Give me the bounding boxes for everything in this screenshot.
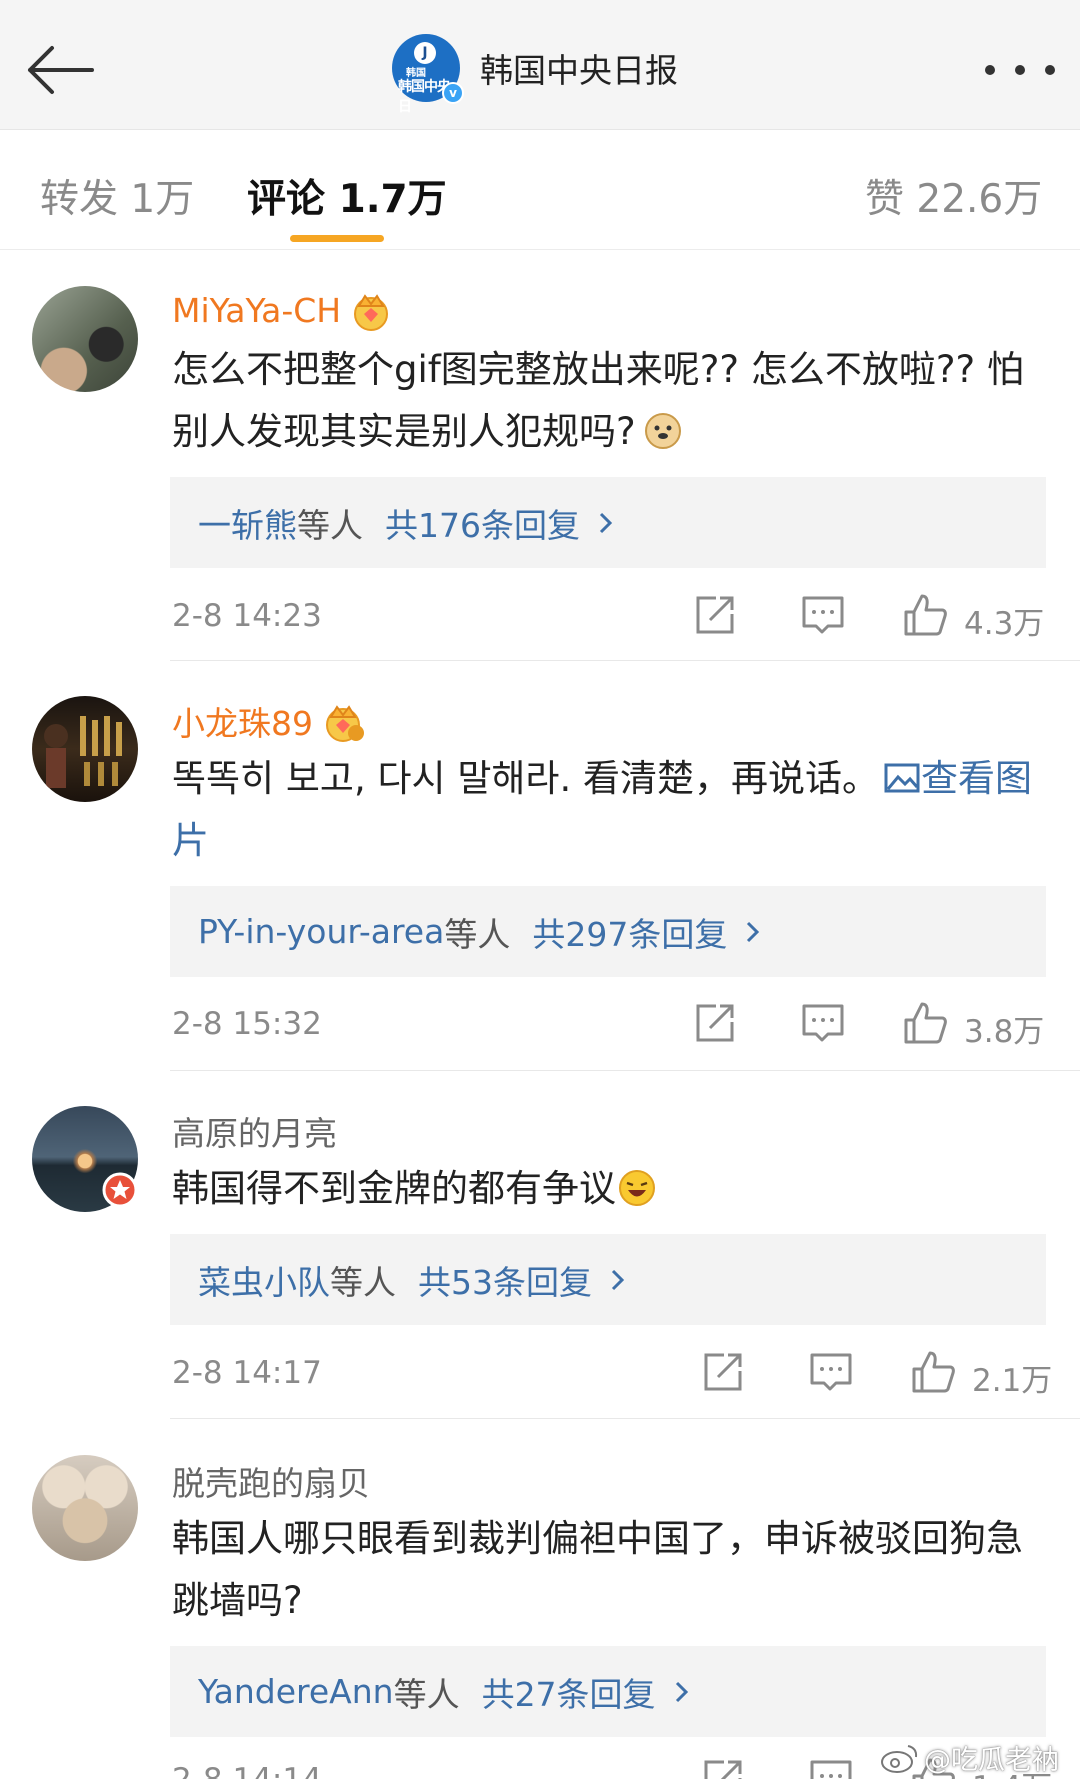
more-dots-icon[interactable] <box>985 60 1055 80</box>
reply-count[interactable]: 共176条回复 <box>385 499 580 547</box>
chevron-right-icon <box>747 921 760 942</box>
doge-emoji-icon <box>644 413 681 449</box>
dot <box>985 65 995 75</box>
timestamp: 2-8 14:14 <box>172 1762 322 1779</box>
crown-badge-icon <box>326 705 364 742</box>
image-icon <box>884 763 920 793</box>
comment-text-content: 怎么不把整个gif图完整放出来呢?? 怎么不放啦?? 怕别人发现其实是别人犯规吗… <box>172 348 1024 453</box>
chevron-right-icon <box>611 1269 625 1290</box>
avatar-image <box>44 716 122 788</box>
comment-text: 韩国得不到金牌的都有争议 <box>172 1158 1052 1220</box>
reply-count[interactable]: 共53条回复 <box>418 1256 592 1304</box>
page-title: 韩国中央日报 <box>480 51 678 90</box>
divider <box>170 1418 1080 1419</box>
chevron-right-icon <box>599 512 613 533</box>
reply-suffix: 等人 <box>444 914 511 954</box>
share-icon[interactable] <box>700 1756 746 1779</box>
comment-icon[interactable] <box>808 1349 854 1395</box>
dot <box>1045 65 1055 75</box>
like-thumb-icon[interactable] <box>910 1349 956 1395</box>
reply-preview[interactable]: 一斩熊 等人 共176条回复 <box>170 477 1046 568</box>
tab-repost[interactable]: 转发 1万 <box>40 168 194 224</box>
back-arrow-icon[interactable] <box>22 40 96 100</box>
reply-names[interactable]: PY-in-your-area <box>198 912 444 951</box>
reply-names[interactable]: YandereAnn <box>198 1672 394 1711</box>
logo-j-mark: J <box>414 42 436 64</box>
reply-preview[interactable]: PY-in-your-area 等人 共297条回复 <box>170 886 1046 977</box>
comment-meta: 2-8 15:32 3.8万 <box>172 1000 1052 1050</box>
like-thumb-icon[interactable] <box>902 592 948 638</box>
avatar[interactable] <box>32 696 138 802</box>
watermark: @吃瓜老衲 <box>880 1738 1059 1777</box>
timestamp: 2-8 14:23 <box>172 598 322 634</box>
divider <box>170 660 1080 661</box>
like-count: 4.3万 <box>964 606 1045 642</box>
watermark-text: @吃瓜老衲 <box>924 1745 1059 1776</box>
divider <box>170 1070 1080 1071</box>
username[interactable]: 脱壳跑的扇贝 <box>172 1457 370 1505</box>
username[interactable]: 小龙珠89 <box>172 697 313 745</box>
comment-meta: 2-8 14:17 2.1万 <box>172 1349 1052 1399</box>
username-row: MiYaYa-CH <box>172 288 393 332</box>
comment-text-content: 韩国人哪只眼看到裁判偏袒中国了，申诉被驳回狗急跳墙吗? <box>172 1517 1023 1622</box>
reply-names[interactable]: 一斩熊 <box>198 499 297 547</box>
dot <box>1015 65 1025 75</box>
comment-text-content: 韩国得不到金牌的都有争议 <box>172 1167 616 1210</box>
reply-names[interactable]: 菜虫小队 <box>198 1256 330 1304</box>
chevron-right-icon <box>675 1681 688 1702</box>
like-thumb-icon[interactable] <box>902 1000 948 1046</box>
active-tab-indicator <box>290 235 384 242</box>
comment-icon[interactable] <box>800 592 846 638</box>
timestamp: 2-8 15:32 <box>172 1006 322 1042</box>
reply-preview[interactable]: 菜虫小队 等人 共53条回复 <box>170 1234 1046 1325</box>
reply-preview[interactable]: YandereAnn 等人 共27条回复 <box>170 1646 1046 1737</box>
comment-text: 똑똑히 보고, 다시 말해라. 看清楚，再说话。 查看图片 <box>172 748 1052 872</box>
account-logo: J 韩国 韩国中央日 v <box>392 34 464 115</box>
share-icon[interactable] <box>700 1349 746 1395</box>
account-header[interactable]: J 韩国 韩国中央日 v 韩国中央日报 <box>392 34 678 115</box>
username-row: 脱壳跑的扇贝 <box>172 1457 370 1505</box>
comment-icon[interactable] <box>808 1756 854 1779</box>
share-icon[interactable] <box>692 592 738 638</box>
tab-bar: 转发 1万 评论 1.7万 赞 22.6万 <box>0 130 1080 250</box>
username[interactable]: MiYaYa-CH <box>172 291 341 330</box>
username-row: 高原的月亮 <box>172 1107 337 1155</box>
comment-text: 怎么不把整个gif图完整放出来呢?? 怎么不放啦?? 怕别人发现其实是别人犯规吗… <box>172 339 1052 463</box>
timestamp: 2-8 14:17 <box>172 1355 322 1391</box>
comment-text-content: 똑똑히 보고, 다시 말해라. 看清楚，再说话。 <box>172 757 879 800</box>
reply-suffix: 等人 <box>330 1262 396 1302</box>
top-bar: J 韩国 韩国中央日 v 韩国中央日报 <box>0 0 1080 130</box>
weibo-logo-icon <box>881 1744 918 1773</box>
tab-comments[interactable]: 评论 1.7万 <box>247 168 447 224</box>
tab-likes[interactable]: 赞 22.6万 <box>865 168 1042 224</box>
verified-badge-icon: v <box>442 82 464 104</box>
laughing-emoji-icon <box>619 1170 655 1206</box>
avatar[interactable] <box>32 1455 138 1561</box>
reply-count[interactable]: 共297条回复 <box>532 908 727 956</box>
comment-meta: 2-8 14:23 4.3万 <box>172 592 1052 642</box>
comment-text: 韩国人哪只眼看到裁判偏袒中国了，申诉被驳回狗急跳墙吗? <box>172 1508 1052 1632</box>
red-star-badge-icon <box>102 1172 138 1208</box>
like-count: 2.1万 <box>972 1363 1053 1399</box>
reply-count[interactable]: 共27条回复 <box>482 1668 656 1716</box>
crown-badge-icon <box>354 294 389 331</box>
avatar[interactable] <box>32 286 138 392</box>
username-row: 小龙珠89 <box>172 697 365 745</box>
reply-suffix: 等人 <box>393 1674 460 1714</box>
comment-icon[interactable] <box>800 1000 846 1046</box>
username[interactable]: 高原的月亮 <box>172 1107 337 1155</box>
reply-suffix: 等人 <box>297 505 363 545</box>
like-count: 3.8万 <box>964 1014 1045 1050</box>
share-icon[interactable] <box>692 1000 738 1046</box>
